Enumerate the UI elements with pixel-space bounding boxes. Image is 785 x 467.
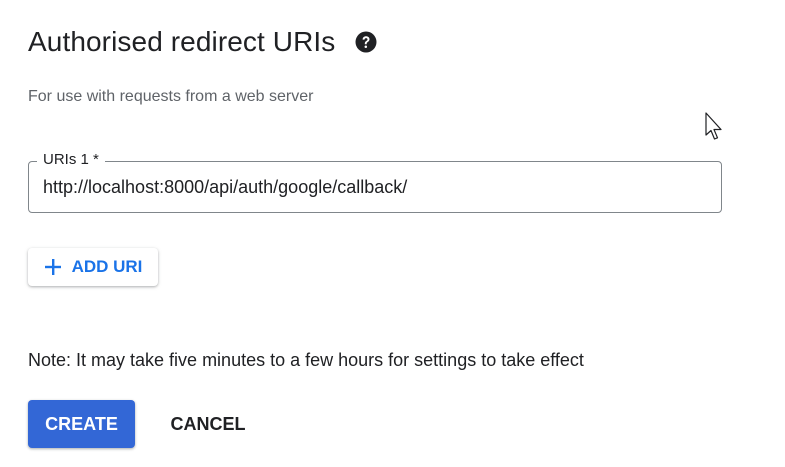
uri-input[interactable] [43, 162, 707, 212]
uri-field[interactable]: URIs 1 * [28, 151, 722, 213]
help-circle-icon[interactable] [355, 31, 377, 53]
add-uri-button[interactable]: ADD URI [28, 248, 158, 286]
cancel-button[interactable]: CANCEL [155, 400, 261, 448]
section-header: Authorised redirect URIs [28, 26, 377, 58]
section-subtitle: For use with requests from a web server [28, 88, 314, 105]
section-title: Authorised redirect URIs [28, 26, 336, 57]
add-uri-label: ADD URI [71, 257, 143, 276]
settings-note: Note: It may take five minutes to a few … [28, 350, 584, 370]
plus-icon [44, 258, 62, 276]
mouse-cursor-icon [704, 112, 726, 142]
create-button[interactable]: CREATE [28, 400, 135, 448]
